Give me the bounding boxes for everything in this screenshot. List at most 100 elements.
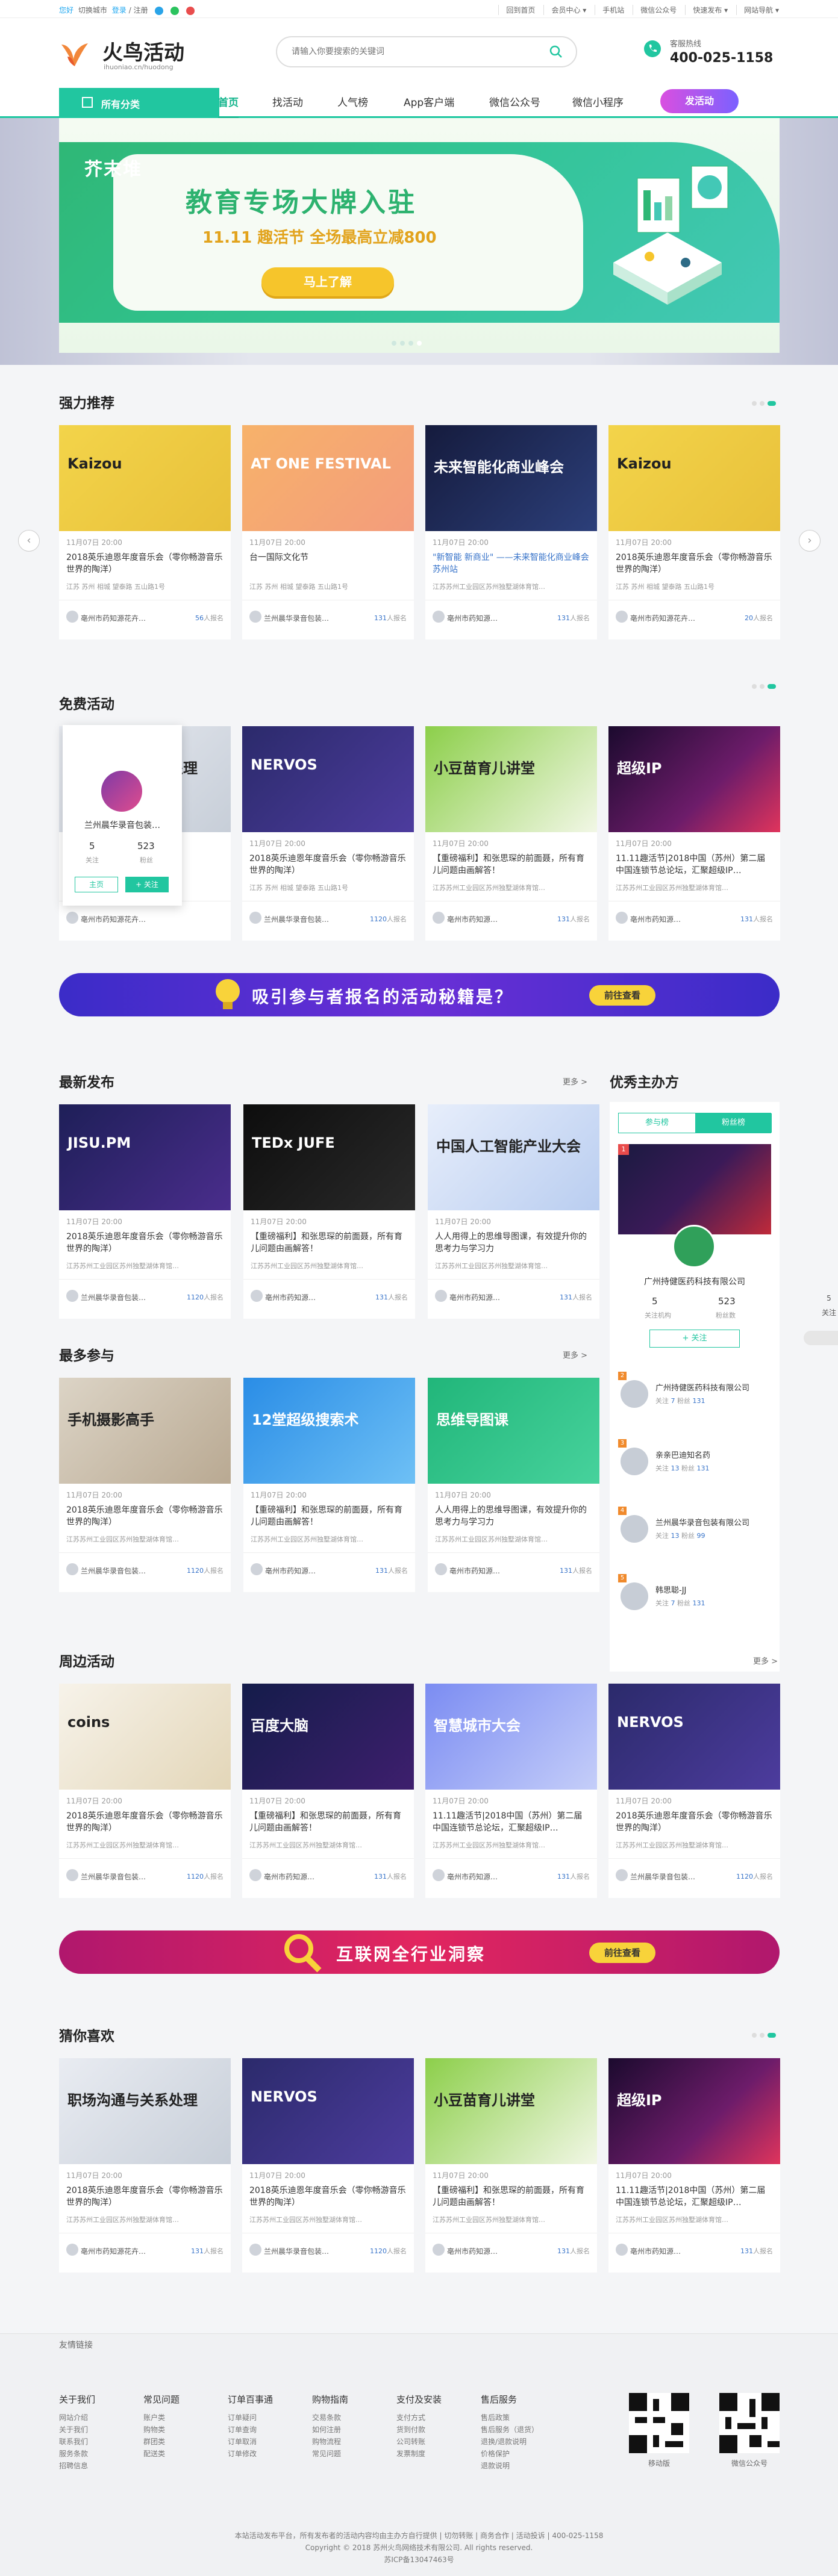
side-float-tab[interactable] — [804, 1331, 838, 1345]
organizer-name[interactable]: 亳州市药知源… — [630, 2246, 727, 2256]
organizer-avatar[interactable] — [433, 1869, 445, 1881]
event-cover-image[interactable]: 小豆苗育儿讲堂 — [425, 726, 597, 832]
event-title[interactable]: 【重磅福利】和张思琛的前面聂，所有育儿问题由画解答！ — [251, 1504, 408, 1528]
footer-link[interactable]: 群团类 — [143, 2436, 216, 2448]
organizer-avatar[interactable] — [249, 2244, 261, 2256]
event-cover-image[interactable]: 未来智能化商业峰会 — [425, 425, 597, 531]
host-rank-item[interactable]: 5 韩思聪-JJ 关注 7 粉丝 131 — [618, 1574, 772, 1622]
event-title[interactable]: 2018英乐迪恩年度音乐会（零你畅游音乐世界的陶洋） — [66, 2185, 224, 2209]
footer-link[interactable]: 货到付款 — [396, 2424, 469, 2436]
top-host-follow-button[interactable]: + 关注 — [649, 1330, 740, 1348]
next-arrow-icon[interactable]: › — [799, 530, 821, 552]
organizer-name[interactable]: 亳州市药知源花卉… — [81, 914, 177, 924]
footer-link[interactable]: 招聘信息 — [59, 2460, 131, 2472]
recommend-pager[interactable] — [752, 401, 776, 406]
event-cover-image[interactable]: 超级IP — [608, 726, 780, 832]
event-card[interactable]: Kaizou 11月07日 20:00 2018英乐迪恩年度音乐会（零你畅游音乐世界… — [608, 425, 780, 639]
search-icon[interactable] — [549, 45, 563, 58]
event-cover-image[interactable]: 12堂超级搜索术 — [243, 1378, 415, 1484]
search-input[interactable] — [292, 45, 533, 59]
host-avatar[interactable] — [621, 1448, 648, 1475]
event-cover-image[interactable]: Kaizou — [608, 425, 780, 531]
event-cover-image[interactable]: NERVOS — [242, 726, 414, 832]
host-name[interactable]: 韩思聪-JJ — [655, 1584, 686, 1595]
footer-link[interactable]: 交易条款 — [312, 2412, 384, 2424]
organizer-name[interactable]: 亳州市药知源… — [264, 1871, 360, 1882]
pager-dot[interactable] — [760, 684, 765, 689]
event-cover-image[interactable]: 职场沟通与关系处理 — [59, 2058, 231, 2164]
event-cover-image[interactable]: 超级IP — [608, 2058, 780, 2164]
organizer-name[interactable]: 兰州晨华录音包装… — [81, 1566, 177, 1576]
organizer-name[interactable]: 兰州晨华录音包装… — [630, 1871, 727, 1882]
host-name[interactable]: 广州持健医药科技有限公司 — [655, 1381, 749, 1393]
event-title[interactable]: 11.11趣活节|2018中国（苏州）第二届中国连锁节总论坛，汇聚超级IP… — [616, 2185, 774, 2209]
organizer-avatar[interactable] — [435, 1563, 447, 1575]
city-switch[interactable]: 切换城市 — [78, 6, 107, 14]
event-card[interactable]: 小豆苗育儿讲堂 11月07日 20:00 【重磅福利】和张思琛的前面聂，所有育儿问题… — [425, 726, 597, 941]
organizer-avatar[interactable] — [616, 2244, 628, 2256]
tab-fans[interactable]: 粉丝榜 — [695, 1113, 772, 1133]
organizer-name[interactable]: 亳州市药知源… — [265, 1292, 361, 1302]
organizer-avatar[interactable] — [249, 912, 261, 924]
event-card[interactable]: Kaizou 11月07日 20:00 2018英乐迪恩年度音乐会（零你畅游音乐世界… — [59, 425, 231, 639]
organizer-avatar[interactable] — [66, 1290, 78, 1302]
popup-follow-button[interactable]: + 关注 — [125, 877, 169, 892]
banner-dot[interactable] — [400, 341, 405, 346]
event-title[interactable]: 2018英乐迪恩年度音乐会（零你畅游音乐世界的陶洋） — [66, 1231, 224, 1255]
organizer-avatar[interactable] — [251, 1563, 263, 1575]
event-title[interactable]: 2018英乐迪恩年度音乐会（零你畅游音乐世界的陶洋） — [66, 1810, 224, 1834]
side-float-label[interactable]: 关注 — [820, 1304, 838, 1321]
event-card[interactable]: 手机摄影高手 11月07日 20:00 2018英乐迪恩年度音乐会（零你畅游音乐世界… — [59, 1378, 231, 1592]
popular-more-link[interactable]: 更多 > — [563, 1349, 587, 1360]
event-title[interactable]: 【重磅福利】和张思琛的前面聂，所有育儿问题由画解答！ — [433, 2185, 590, 2209]
footer-link[interactable]: 如何注册 — [312, 2424, 384, 2436]
event-card[interactable]: coins 11月07日 20:00 2018英乐迪恩年度音乐会（零你畅游音乐世界的… — [59, 1684, 231, 1898]
event-card[interactable]: NERVOS 11月07日 20:00 2018英乐迪恩年度音乐会（零你畅游音乐世界… — [242, 726, 414, 941]
footer-link[interactable]: 订单查询 — [228, 2424, 300, 2436]
ad-strip-1-button[interactable]: 前往查看 — [589, 985, 655, 1006]
organizer-avatar[interactable] — [66, 912, 78, 924]
top-host-name[interactable]: 广州持健医药科技有限公司 — [610, 1275, 780, 1287]
event-card[interactable]: NERVOS 11月07日 20:00 2018英乐迪恩年度音乐会（零你畅游音乐世界… — [608, 1684, 780, 1898]
event-card[interactable]: 超级IP 11月07日 20:00 11.11趣活节|2018中国（苏州）第二届中国… — [608, 2058, 780, 2273]
event-title[interactable]: "新智能 新商业" ——未来智能化商业峰会 苏州站 — [433, 552, 590, 576]
nav-miniprogram[interactable]: 微信小程序 — [572, 94, 624, 109]
host-avatar[interactable] — [621, 1582, 648, 1610]
banner-dot-active[interactable] — [417, 341, 422, 346]
organizer-avatar[interactable] — [433, 2244, 445, 2256]
event-cover-image[interactable]: NERVOS — [242, 2058, 414, 2164]
organizer-name[interactable]: 兰州晨华录音包装… — [264, 2246, 360, 2256]
publish-event-button[interactable]: 发活动 — [660, 89, 739, 113]
footer-link[interactable]: 售后服务（退货） — [481, 2424, 553, 2436]
footer-link[interactable]: 公司转账 — [396, 2436, 469, 2448]
event-cover-image[interactable]: 百度大脑 — [242, 1684, 414, 1790]
nearby-more-link[interactable]: 更多 > — [753, 1655, 778, 1666]
tab-participants[interactable]: 参与榜 — [619, 1113, 695, 1133]
pager-dot-active[interactable] — [768, 401, 776, 406]
event-title[interactable]: 【重磅福利】和张思琛的前面聂，所有育儿问题由画解答！ — [249, 1810, 407, 1834]
wechat-icon[interactable] — [170, 6, 180, 15]
event-card[interactable]: TEDx JUFE 11月07日 20:00 【重磅福利】和张思琛的前面聂，所有育儿… — [243, 1104, 415, 1319]
ad-strip-2[interactable]: 互联网全行业洞察 前往查看 — [59, 1930, 780, 1974]
footer-link[interactable]: 服务条款 — [59, 2448, 131, 2460]
footer-link[interactable]: 账户类 — [143, 2412, 216, 2424]
pager-dot[interactable] — [760, 2033, 765, 2038]
banner-dot[interactable] — [392, 341, 396, 346]
event-title[interactable]: 【重磅福利】和张思琛的前面聂，所有育儿问题由画解答！ — [251, 1231, 408, 1255]
organizer-avatar[interactable] — [616, 1869, 628, 1881]
login-link[interactable]: 登录 — [112, 6, 127, 14]
event-title[interactable]: 人人用得上的思维导图课，有效提升你的思考力与学习力 — [435, 1231, 593, 1255]
top-link-sitemap[interactable]: 网站导航 ▾ — [736, 5, 779, 15]
ad-strip-2-button[interactable]: 前往查看 — [589, 1943, 655, 1963]
guess-pager[interactable] — [752, 2033, 776, 2038]
event-card[interactable]: 超级IP 11月07日 20:00 11.11趣活节|2018中国（苏州）第二届中国… — [608, 726, 780, 941]
organizer-name[interactable]: 兰州晨华录音包装… — [264, 613, 360, 623]
pager-dot-active[interactable] — [768, 2033, 776, 2038]
top-host-cover[interactable]: 1 — [618, 1144, 771, 1234]
nav-home[interactable]: 首页 — [218, 94, 239, 119]
host-rank-item[interactable]: 3 亲亲巴迪知名药 关注 13 粉丝 131 — [618, 1439, 772, 1487]
banner-dot[interactable] — [408, 341, 413, 346]
organizer-avatar[interactable] — [433, 611, 445, 623]
event-title[interactable]: 11.11趣活节|2018中国（苏州）第二届中国连锁节总论坛，汇聚超级IP… — [616, 853, 774, 877]
event-card[interactable]: 智慧城市大会 11月07日 20:00 11.11趣活节|2018中国（苏州）第二届… — [425, 1684, 597, 1898]
